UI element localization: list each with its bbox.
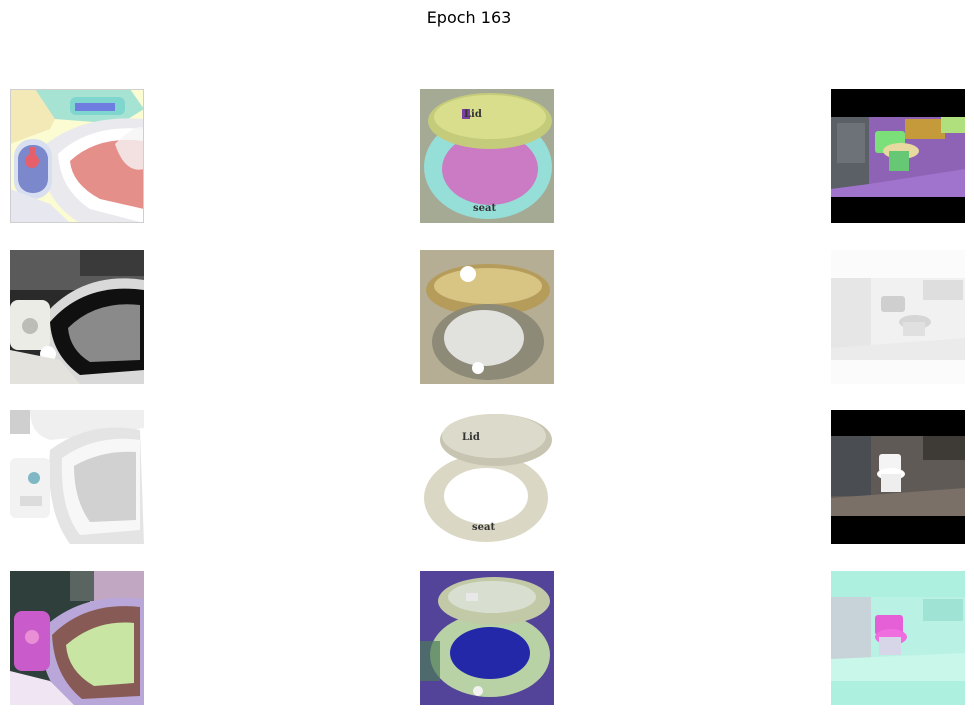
- svg-text:seat: seat: [473, 203, 496, 214]
- svg-text:Lid: Lid: [462, 432, 480, 443]
- sample-image-r2-c1: [10, 250, 144, 384]
- figure-title: Epoch 163: [426, 8, 512, 27]
- sample-image-r2-c2: [420, 250, 554, 384]
- sample-image-r3-c3: [831, 410, 965, 544]
- sample-image-r1-c3: [831, 89, 965, 223]
- sample-image-r1-c2: Lid seat: [420, 89, 554, 223]
- sample-image-r3-c2: Lid seat: [420, 410, 554, 544]
- svg-text:seat: seat: [472, 522, 495, 533]
- sample-image-r4-c3: [831, 571, 965, 705]
- sample-image-r1-c1: [10, 89, 144, 223]
- sample-image-r2-c3: [831, 250, 965, 384]
- svg-text:Lid: Lid: [464, 109, 482, 120]
- sample-image-r4-c2: [420, 571, 554, 705]
- sample-image-r3-c1: [10, 410, 144, 544]
- sample-image-r4-c1: [10, 571, 144, 705]
